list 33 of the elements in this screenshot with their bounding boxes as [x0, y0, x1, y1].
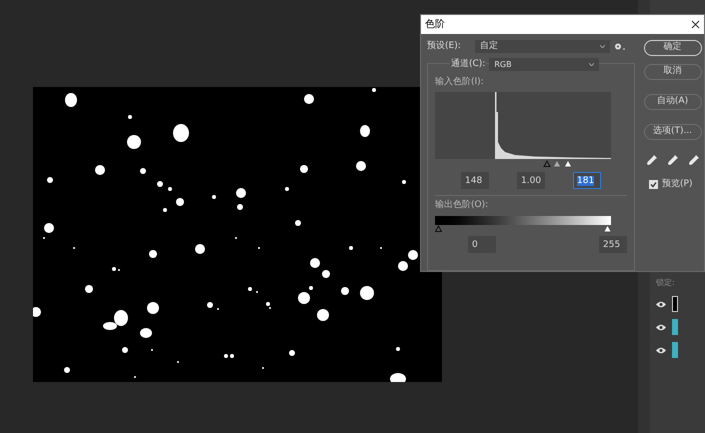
- eye-icon[interactable]: [656, 300, 666, 308]
- eye-icon[interactable]: [656, 346, 666, 354]
- number-field[interactable]: 255: [599, 236, 627, 252]
- preview-checkbox[interactable]: [649, 180, 658, 189]
- caret-icon: [600, 44, 605, 48]
- preview-label: 预览(P): [662, 178, 692, 190]
- channel-dropdown[interactable]: RGB: [489, 58, 600, 72]
- caret-icon: [589, 63, 594, 66]
- output-levels-label: 输出色阶(O):: [435, 199, 490, 212]
- dialog-button[interactable]: 取消: [644, 64, 702, 80]
- preset-dropdown[interactable]: 自定: [475, 40, 610, 53]
- lock-label: 锁定:: [656, 277, 676, 289]
- dialog-button[interactable]: 自动(A): [644, 94, 702, 110]
- number-field[interactable]: 148: [461, 172, 489, 189]
- close-icon[interactable]: [691, 20, 700, 29]
- check-icon: [650, 180, 657, 188]
- eyedropper-icon[interactable]: [646, 154, 658, 166]
- eyedropper-icon[interactable]: [688, 154, 700, 166]
- eye-icon[interactable]: [656, 324, 666, 330]
- dialog-title: 色阶: [425, 18, 445, 32]
- number-field[interactable]: 1.00: [517, 172, 545, 189]
- layer-thumbnail: [672, 319, 678, 335]
- number-field[interactable]: 0: [468, 236, 496, 252]
- preset-label: 预设(E):: [427, 40, 462, 52]
- eyedropper-icon[interactable]: [666, 154, 678, 166]
- input-levels-label: 输入色阶(I):: [435, 76, 485, 88]
- dialog-button[interactable]: 确定: [644, 40, 702, 56]
- layer-thumbnail: [672, 342, 678, 358]
- shadow-handle-icon[interactable]: [435, 224, 442, 232]
- number-field[interactable]: 181: [573, 172, 601, 189]
- dialog-button[interactable]: 选项(T)...: [644, 124, 702, 140]
- layer-thumbnail: [672, 296, 678, 312]
- gear-icon[interactable]: [614, 42, 626, 51]
